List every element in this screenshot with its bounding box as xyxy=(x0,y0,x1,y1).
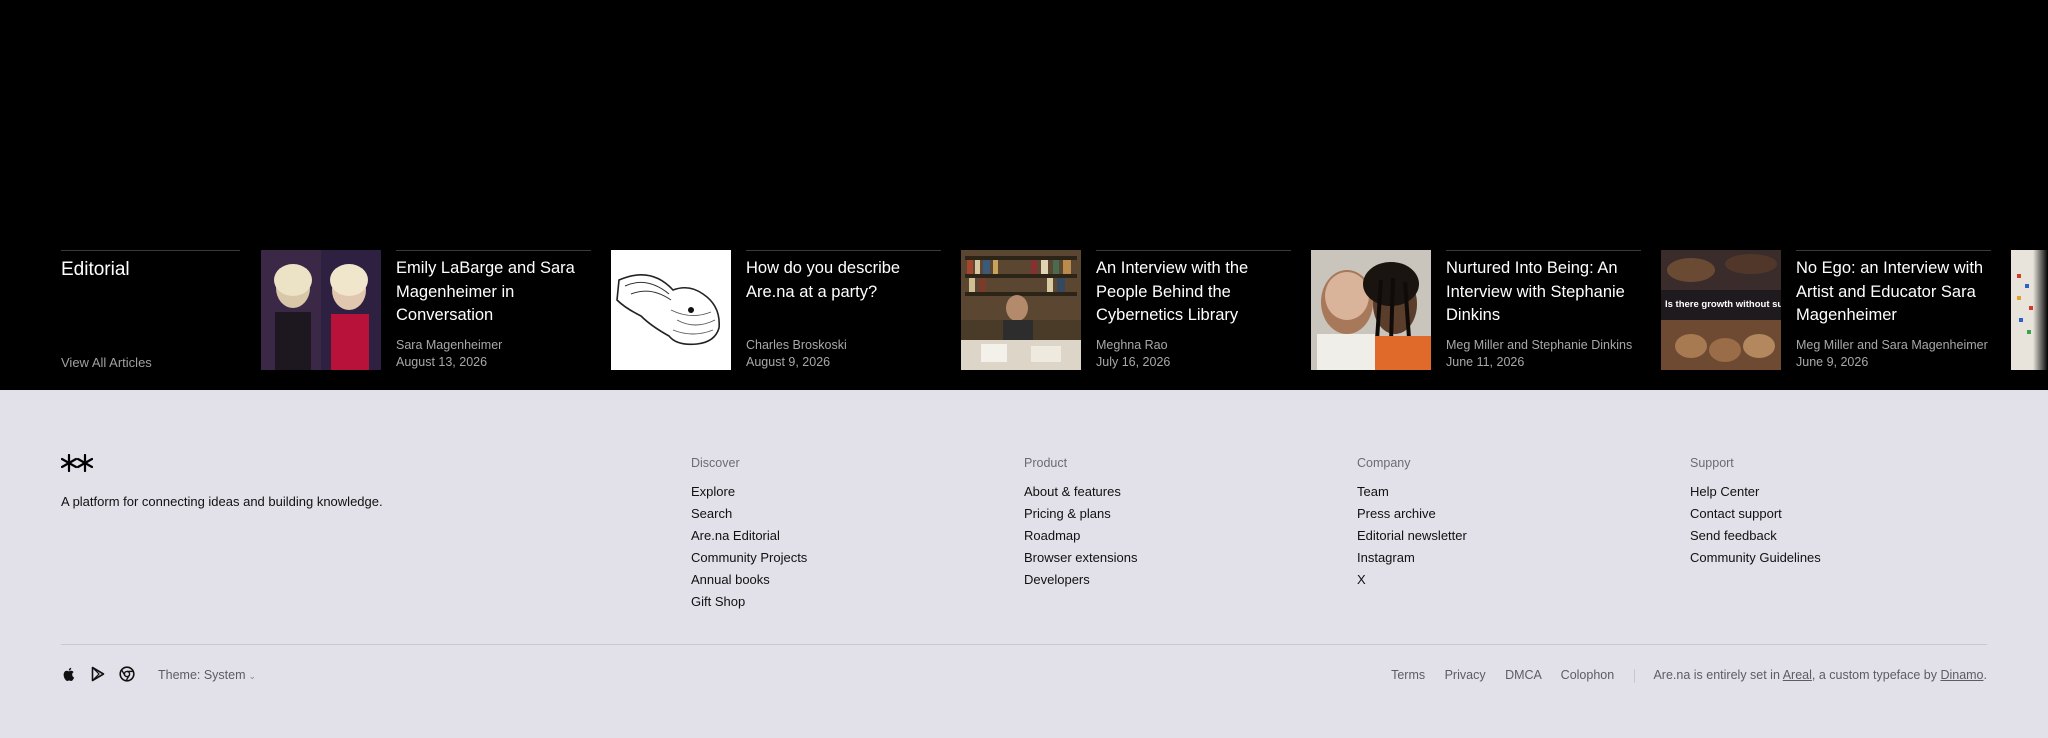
site-tagline: A platform for connecting ideas and buil… xyxy=(61,494,383,509)
apple-icon[interactable] xyxy=(61,666,77,682)
article-author: Meg Miller and Sara Magenheimer xyxy=(1796,338,1988,352)
article-info: How do you describe Are.na at a party? C… xyxy=(746,250,941,370)
footer-link-arena-editorial[interactable]: Are.na Editorial xyxy=(691,528,780,543)
article-thumbnail[interactable] xyxy=(261,250,381,370)
footer-link-annual-books[interactable]: Annual books xyxy=(691,572,770,587)
thumbnail-caption: Is there growth without suffering? xyxy=(1665,299,1781,310)
legal-links: Terms Privacy DMCA Colophon Are.na is en… xyxy=(1375,668,1987,683)
article-card[interactable]: How do you describe Are.na at a party? C… xyxy=(611,250,941,370)
theme-selector[interactable]: Theme: System ⌄ xyxy=(158,668,256,682)
article-info: An Interview with the People Behind the … xyxy=(1096,250,1291,370)
article-card[interactable]: Nurtured Into Being: An Interview with S… xyxy=(1311,250,1641,370)
footer-link-explore[interactable]: Explore xyxy=(691,484,735,499)
chrome-icon[interactable] xyxy=(119,666,135,682)
footer-link-privacy[interactable]: Privacy xyxy=(1445,668,1486,682)
theme-selector-label: Theme: System xyxy=(158,668,246,682)
footer-column-company: Company Team Press archive Editorial new… xyxy=(1357,456,1467,591)
footer-column-heading: Support xyxy=(1690,456,1734,470)
credit-prefix: Are.na is entirely set in xyxy=(1653,668,1783,682)
footer-divider xyxy=(61,644,1987,645)
article-card[interactable]: An Interview with the People Behind the … xyxy=(961,250,1291,370)
footer-link-help-center[interactable]: Help Center xyxy=(1690,484,1759,499)
view-all-articles-link[interactable]: View All Articles xyxy=(61,355,152,370)
footer-link-pricing-plans[interactable]: Pricing & plans xyxy=(1024,506,1111,521)
article-thumbnail[interactable]: Is there growth without suffering? xyxy=(1661,250,1781,370)
footer-column-support: Support Help Center Contact support Send… xyxy=(1690,456,1821,569)
article-date: June 9, 2026 xyxy=(1796,355,1869,369)
article-thumbnail[interactable] xyxy=(611,250,731,370)
article-date: August 9, 2026 xyxy=(746,355,831,369)
article-title[interactable]: How do you describe Are.na at a party? xyxy=(746,257,941,304)
editorial-section: Editorial View All Articles Emily LaBarg… xyxy=(0,0,2048,390)
footer-column-heading: Discover xyxy=(691,456,740,470)
footer-bottom-bar: Theme: System ⌄ Terms Privacy DMCA Coloph… xyxy=(61,660,1987,688)
footer-link-contact-support[interactable]: Contact support xyxy=(1690,506,1782,521)
footer-link-roadmap[interactable]: Roadmap xyxy=(1024,528,1080,543)
footer-link-terms[interactable]: Terms xyxy=(1391,668,1425,682)
footer-column-heading: Company xyxy=(1357,456,1411,470)
typeface-credit: Are.na is entirely set in Areal, a custo… xyxy=(1653,668,1987,682)
footer-link-x[interactable]: X xyxy=(1357,572,1366,587)
article-thumbnail[interactable] xyxy=(961,250,1081,370)
article-title[interactable]: Nurtured Into Being: An Interview with S… xyxy=(1446,257,1641,328)
credit-suffix: . xyxy=(1983,668,1987,682)
footer-link-browser-extensions[interactable]: Browser extensions xyxy=(1024,550,1137,565)
article-title[interactable]: Emily LaBarge and Sara Magenheimer in Co… xyxy=(396,257,591,328)
footer-column-heading: Product xyxy=(1024,456,1068,470)
article-date: July 16, 2026 xyxy=(1096,355,1171,369)
article-title[interactable]: An Interview with the People Behind the … xyxy=(1096,257,1291,328)
chevron-down-icon: ⌄ xyxy=(248,671,257,681)
site-footer: A platform for connecting ideas and buil… xyxy=(0,390,2048,738)
footer-link-gift-shop[interactable]: Gift Shop xyxy=(691,594,745,609)
article-info: No Ego: an Interview with Artist and Edu… xyxy=(1796,250,1991,370)
areal-typeface-link[interactable]: Areal xyxy=(1783,668,1812,682)
article-author: Meghna Rao xyxy=(1096,338,1168,352)
footer-link-send-feedback[interactable]: Send feedback xyxy=(1690,528,1777,543)
dinamo-link[interactable]: Dinamo xyxy=(1940,668,1983,682)
footer-link-press-archive[interactable]: Press archive xyxy=(1357,506,1436,521)
footer-link-colophon[interactable]: Colophon xyxy=(1561,668,1615,682)
footer-link-about-features[interactable]: About & features xyxy=(1024,484,1121,499)
article-author: Charles Broskoski xyxy=(746,338,847,352)
footer-link-editorial-newsletter[interactable]: Editorial newsletter xyxy=(1357,528,1467,543)
footer-link-community-guidelines[interactable]: Community Guidelines xyxy=(1690,550,1821,565)
article-thumbnail-partial[interactable] xyxy=(2011,250,2048,370)
footer-link-search[interactable]: Search xyxy=(691,506,732,521)
legal-separator xyxy=(1633,668,1635,683)
article-title[interactable]: No Ego: an Interview with Artist and Edu… xyxy=(1796,257,1991,328)
footer-link-community-projects[interactable]: Community Projects xyxy=(691,550,807,565)
editorial-heading: Editorial xyxy=(61,259,130,280)
article-author: Meg Miller and Stephanie Dinkins xyxy=(1446,338,1633,352)
article-author: Sara Magenheimer xyxy=(396,338,503,352)
article-card[interactable]: Emily LaBarge and Sara Magenheimer in Co… xyxy=(261,250,591,370)
article-thumbnail[interactable] xyxy=(1311,250,1431,370)
article-info: Nurtured Into Being: An Interview with S… xyxy=(1446,250,1641,370)
footer-column-product: Product About & features Pricing & plans… xyxy=(1024,456,1137,591)
credit-middle: , a custom typeface by xyxy=(1811,668,1941,682)
footer-link-dmca[interactable]: DMCA xyxy=(1505,668,1541,682)
article-card[interactable]: Is there growth without suffering? No Eg… xyxy=(1661,250,1991,370)
article-date: August 13, 2026 xyxy=(396,355,488,369)
editorial-header: Editorial View All Articles xyxy=(61,250,240,370)
footer-column-discover: Discover Explore Search Are.na Editorial… xyxy=(691,456,807,613)
footer-link-instagram[interactable]: Instagram xyxy=(1357,550,1415,565)
google-play-icon[interactable] xyxy=(90,666,106,682)
footer-link-developers[interactable]: Developers xyxy=(1024,572,1090,587)
article-date: June 11, 2026 xyxy=(1446,355,1525,369)
article-info: Emily LaBarge and Sara Magenheimer in Co… xyxy=(396,250,591,370)
arena-logo-icon[interactable] xyxy=(60,453,94,473)
footer-link-team[interactable]: Team xyxy=(1357,484,1389,499)
